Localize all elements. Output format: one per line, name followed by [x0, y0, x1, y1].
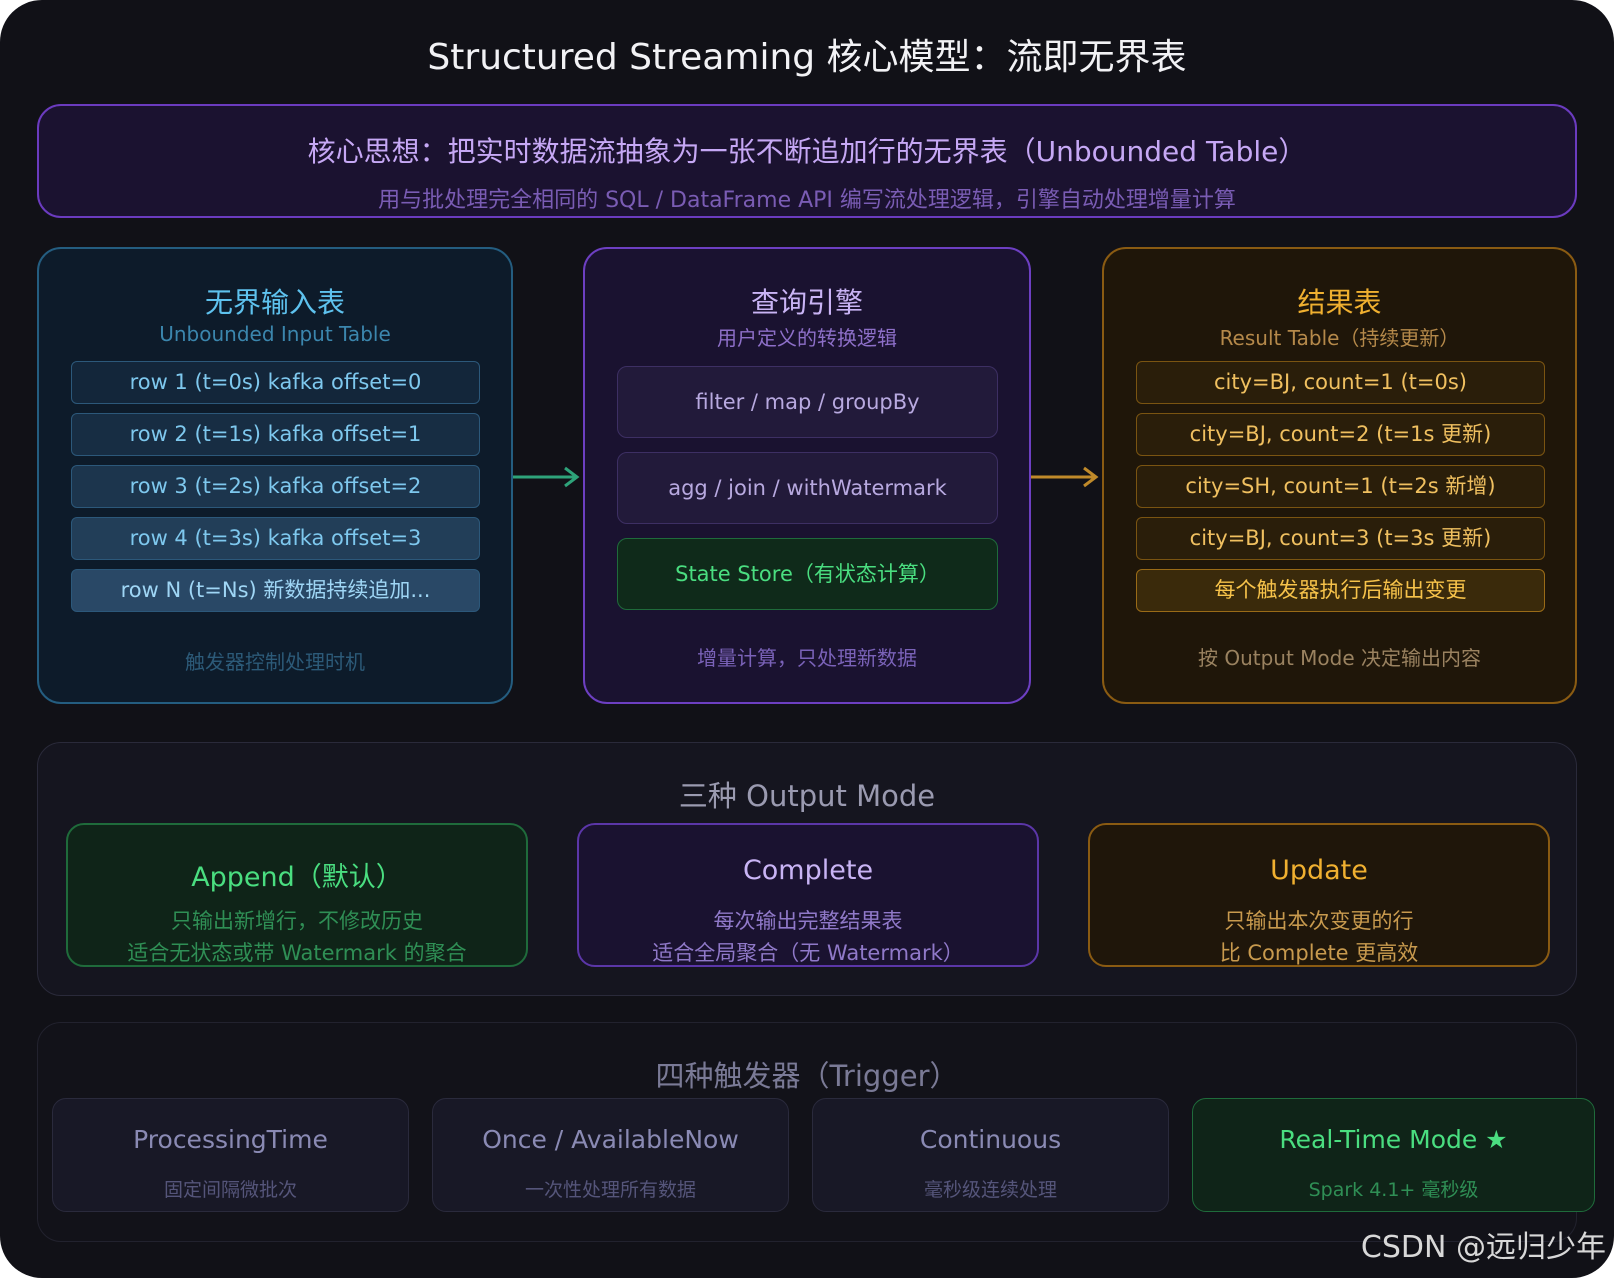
trigger-desc: 毫秒级连续处理 — [923, 1179, 1057, 1201]
mode-desc: 适合无状态或带 Watermark 的聚合 — [127, 941, 467, 965]
trigger-card-continuous: Continuous 毫秒级连续处理 — [812, 1098, 1169, 1212]
input-row: row 3 (t=2s) kafka offset=2 — [71, 465, 480, 508]
arrow-engine-to-result — [1031, 466, 1099, 488]
engine-step-box: agg / join / withWatermark — [617, 452, 998, 524]
input-row: row 1 (t=0s) kafka offset=0 — [71, 361, 480, 404]
triggers-title: 四种触发器（Trigger） — [655, 1059, 959, 1093]
mode-card-append: Append（默认） 只输出新增行，不修改历史 适合无状态或带 Watermar… — [66, 823, 528, 967]
mode-desc: 每次输出完整结果表 — [713, 909, 903, 933]
result-panel-title: 结果表 — [1297, 286, 1382, 319]
output-modes-section: 三种 Output Mode Append（默认） 只输出新增行，不修改历史 适… — [37, 742, 1577, 996]
result-row: city=BJ, count=3 (t=3s 更新) — [1136, 517, 1545, 560]
input-table-panel: 无界输入表 Unbounded Input Table row 1 (t=0s)… — [37, 247, 513, 704]
mode-name: Complete — [742, 855, 874, 886]
input-row: row N (t=Ns) 新数据持续追加... — [71, 569, 480, 612]
diagram-canvas: Structured Streaming 核心模型：流即无界表 核心思想：把实时… — [0, 0, 1614, 1278]
output-modes-title: 三种 Output Mode — [678, 779, 936, 813]
trigger-name: Once / AvailableNow — [482, 1125, 739, 1154]
trigger-name: Continuous — [919, 1125, 1062, 1154]
engine-panel-footer: 增量计算，只处理新数据 — [697, 646, 917, 670]
mode-desc: 适合全局聚合（无 Watermark） — [652, 941, 964, 965]
input-panel-footer: 触发器控制处理时机 — [185, 650, 365, 674]
arrow-input-to-engine — [513, 466, 580, 488]
input-panel-subtitle: Unbounded Input Table — [159, 322, 391, 346]
input-row: row 2 (t=1s) kafka offset=1 — [71, 413, 480, 456]
input-row: row 4 (t=3s) kafka offset=3 — [71, 517, 480, 560]
mode-desc: 只输出本次变更的行 — [1224, 909, 1414, 933]
mode-card-update: Update 只输出本次变更的行 比 Complete 更高效 — [1088, 823, 1550, 967]
engine-panel-title: 查询引擎 — [750, 286, 863, 319]
mode-name: Append（默认） — [191, 862, 403, 893]
core-idea-subtext: 用与批处理完全相同的 SQL / DataFrame API 编写流处理逻辑，引… — [378, 188, 1236, 213]
result-panel-subtitle: Result Table（持续更新） — [1219, 326, 1460, 350]
core-idea-text: 核心思想：把实时数据流抽象为一张不断追加行的无界表（Unbounded Tabl… — [307, 135, 1307, 168]
query-engine-panel: 查询引擎 用户定义的转换逻辑 filter / map / groupBy ag… — [583, 247, 1031, 704]
result-table-panel: 结果表 Result Table（持续更新） city=BJ, count=1 … — [1102, 247, 1577, 704]
state-store-box: State Store（有状态计算） — [617, 538, 998, 610]
trigger-card-processingtime: ProcessingTime 固定间隔微批次 — [52, 1098, 409, 1212]
trigger-card-realtime: Real-Time Mode ★ Spark 4.1+ 毫秒级 — [1192, 1098, 1595, 1212]
result-row: city=SH, count=1 (t=2s 新增) — [1136, 465, 1545, 508]
trigger-name: Real-Time Mode ★ — [1279, 1125, 1508, 1154]
mode-desc: 只输出新增行，不修改历史 — [171, 909, 423, 933]
engine-panel-subtitle: 用户定义的转换逻辑 — [717, 326, 897, 350]
trigger-desc: 一次性处理所有数据 — [524, 1179, 696, 1201]
diagram-title: Structured Streaming 核心模型：流即无界表 — [427, 37, 1187, 78]
csdn-watermark: CSDN @远归少年 — [1360, 1230, 1606, 1265]
result-row: city=BJ, count=1 (t=0s) — [1136, 361, 1545, 404]
trigger-card-once: Once / AvailableNow 一次性处理所有数据 — [432, 1098, 789, 1212]
result-row-note: 每个触发器执行后输出变更 — [1136, 569, 1545, 612]
trigger-desc: Spark 4.1+ 毫秒级 — [1308, 1179, 1479, 1201]
result-row: city=BJ, count=2 (t=1s 更新) — [1136, 413, 1545, 456]
trigger-name: ProcessingTime — [133, 1125, 328, 1154]
core-idea-banner: 核心思想：把实时数据流抽象为一张不断追加行的无界表（Unbounded Tabl… — [37, 104, 1577, 218]
triggers-section: 四种触发器（Trigger） ProcessingTime 固定间隔微批次 On… — [37, 1022, 1595, 1242]
mode-desc: 比 Complete 更高效 — [1219, 941, 1419, 965]
mode-name: Update — [1270, 855, 1368, 886]
input-panel-title: 无界输入表 — [204, 286, 345, 319]
result-panel-footer: 按 Output Mode 决定输出内容 — [1197, 646, 1482, 670]
mode-card-complete: Complete 每次输出完整结果表 适合全局聚合（无 Watermark） — [577, 823, 1039, 967]
trigger-desc: 固定间隔微批次 — [163, 1179, 297, 1201]
engine-step-box: filter / map / groupBy — [617, 366, 998, 438]
